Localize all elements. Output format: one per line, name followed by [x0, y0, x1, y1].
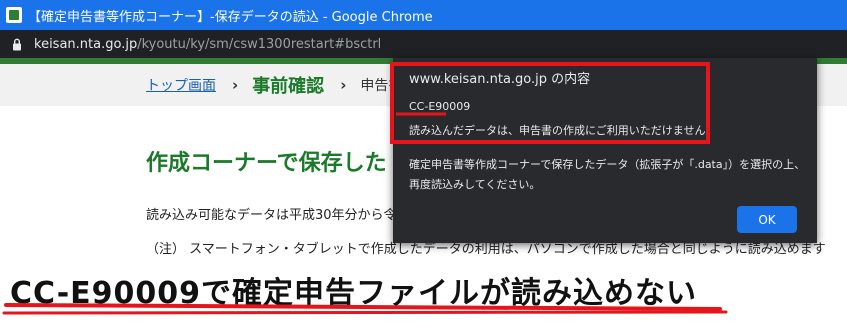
site-favicon-icon: [6, 7, 22, 23]
breadcrumb-chevron-icon: ›: [232, 76, 239, 94]
breadcrumb-chevron-icon: ›: [340, 76, 347, 94]
dialog-error-code: CC-E90009: [409, 100, 471, 113]
window-title: 【確定申告書等作成コーナー】-保存データの読込 - Google Chrome: [28, 9, 433, 25]
breadcrumb-current: 事前確認: [252, 76, 325, 97]
dialog-message-instruction: 確定申告書等作成コーナーで保存したデータ（拡張子が「.data」）を選択の上、: [409, 158, 806, 171]
url-host[interactable]: keisan.nta.go.jp: [34, 37, 137, 52]
page-body-text: 読み込み可能なデータは平成30年分から令: [146, 208, 397, 223]
dialog-title: www.keisan.nta.go.jp の内容: [409, 72, 591, 87]
dialog-message-primary: 読み込んだデータは、申告書の作成にご利用いただけません。: [409, 124, 717, 137]
alert-dialog: www.keisan.nta.go.jp の内容 CC-E90009 読み込んだ…: [393, 58, 817, 243]
url-path[interactable]: /kyoutu/ky/sm/csw1300restart#bsctrl: [137, 37, 381, 52]
lock-icon[interactable]: [8, 38, 26, 51]
window-titlebar: 【確定申告書等作成コーナー】-保存データの読込 - Google Chrome: [0, 0, 847, 30]
breadcrumb-home-link[interactable]: トップ画面: [146, 75, 216, 95]
address-bar[interactable]: keisan.nta.go.jp/kyoutu/ky/sm/csw1300res…: [0, 30, 847, 58]
page-title: 作成コーナーで保存した: [146, 151, 387, 176]
ok-button[interactable]: OK: [737, 206, 797, 233]
caption-banner: CC-E90009で確定申告ファイルが読み込めない: [10, 276, 698, 311]
banner-underline: [2, 310, 728, 315]
dialog-message-retry: 再度読込みしてください。: [409, 178, 541, 191]
